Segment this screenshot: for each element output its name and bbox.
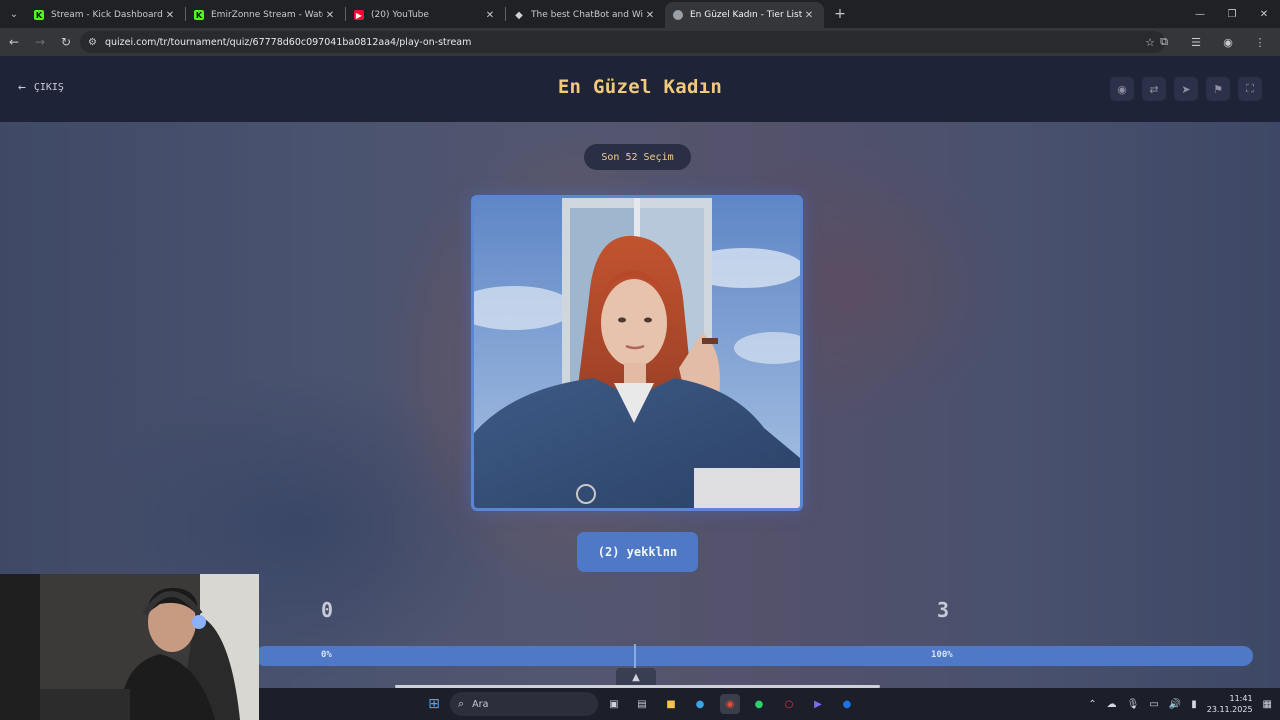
fullscreen-icon[interactable]: ⛶ [1238, 77, 1262, 101]
profile-icon[interactable]: ◉ [1212, 30, 1244, 54]
browser-tab[interactable]: K EmirZonne Stream - Watch Live ✕ [186, 2, 345, 28]
opera-icon[interactable]: ○ [779, 694, 799, 714]
kick-icon: K [194, 10, 204, 20]
progress-left-label: 0% [321, 650, 332, 660]
chrome-icon[interactable]: ◉ [720, 694, 740, 714]
forward-icon[interactable]: → [28, 30, 52, 54]
tab-title: Stream - Kick Dashboard [51, 10, 163, 20]
close-tab-icon[interactable]: ✕ [483, 10, 497, 21]
network-icon[interactable]: ▭ [1149, 699, 1158, 710]
task-view-icon[interactable]: ▣ [604, 694, 624, 714]
progress-right-label: 100% [931, 650, 953, 660]
page-title: En Güzel Kadın [557, 76, 723, 98]
back-icon[interactable]: ← [2, 30, 26, 54]
close-tab-icon[interactable]: ✕ [163, 10, 177, 21]
battery-icon[interactable]: ▮ [1191, 699, 1197, 710]
close-tab-icon[interactable]: ✕ [323, 10, 337, 21]
toolbar-actions: ⧉ ☰ ◉ ⋮ [1148, 30, 1276, 54]
windows-start-icon[interactable]: ⊞ [424, 694, 444, 714]
browser-tab[interactable]: K Stream - Kick Dashboard ✕ [26, 2, 185, 28]
streamer-webcam [0, 574, 259, 720]
url-text[interactable]: quizei.com/tr/tournament/quiz/67778d60c0… [105, 37, 471, 48]
media-player-icon[interactable]: ▶ [808, 694, 828, 714]
flag-icon[interactable]: ⚑ [1206, 77, 1230, 101]
score-right: 3 [937, 598, 950, 622]
globe-icon [673, 10, 683, 20]
microphone-icon[interactable]: 🎙 [1127, 699, 1140, 710]
notification-icon[interactable]: ▦ [1263, 699, 1272, 710]
menu-icon[interactable]: ⋮ [1244, 30, 1276, 54]
window-controls: — ❐ ✕ [1184, 0, 1280, 28]
close-window-icon[interactable]: ✕ [1248, 0, 1280, 28]
webcam-feed [0, 574, 259, 720]
score-left: 0 [321, 598, 334, 622]
eye-icon[interactable]: ◉ [1110, 77, 1134, 101]
site-info-icon[interactable]: ⚙ [88, 37, 97, 48]
search-icon: ⌕ [458, 697, 465, 710]
widgets-icon[interactable]: ▤ [632, 694, 652, 714]
choose-button[interactable]: (2) yekklnn [577, 532, 698, 572]
browser-tab-active[interactable]: En Güzel Kadın - Tier List, Kör S ✕ [665, 2, 824, 28]
tab-title: EmirZonne Stream - Watch Live [211, 10, 323, 20]
tab-title: The best ChatBot and Widgets [531, 10, 643, 20]
diamond-icon: ◆ [515, 9, 523, 21]
taskbar-clock[interactable]: 11:41 23.11.2025 [1207, 693, 1253, 715]
tab-search-icon[interactable]: ⌄ [2, 2, 26, 26]
browser-tab[interactable]: ◆ The best ChatBot and Widgets ✕ [506, 2, 665, 28]
tab-title: (20) YouTube [371, 10, 429, 20]
kick-icon: K [34, 10, 44, 20]
facebook-icon[interactable]: ● [837, 694, 857, 714]
progress-split-marker [634, 644, 637, 668]
clock-date: 23.11.2025 [1206, 705, 1253, 714]
new-tab-button[interactable]: + [828, 6, 852, 22]
file-explorer-icon[interactable]: ■ [661, 694, 681, 714]
tab-title: En Güzel Kadın - Tier List, Kör S [690, 10, 802, 20]
whatsapp-icon[interactable]: ● [749, 694, 769, 714]
browser-tab-strip: ⌄ K Stream - Kick Dashboard ✕ K EmirZonn… [0, 0, 1280, 28]
close-tab-icon[interactable]: ✕ [802, 10, 816, 21]
contestant-photo-card[interactable] [471, 195, 803, 511]
share-icon[interactable]: ⇄ [1142, 77, 1166, 101]
header-actions: ◉ ⇄ ➤ ⚑ ⛶ [1110, 77, 1262, 101]
vote-progress-bar: 0% 100% [255, 644, 1253, 668]
clock-time: 11:41 [1229, 694, 1253, 703]
address-bar[interactable]: ⚙ quizei.com/tr/tournament/quiz/67778d60… [80, 31, 1165, 53]
restore-icon[interactable]: ❐ [1216, 0, 1248, 28]
round-badge: Son 52 Seçim [584, 144, 691, 170]
media-controls-icon[interactable]: ☰ [1180, 30, 1212, 54]
extensions-icon[interactable]: ⧉ [1148, 30, 1180, 54]
chevron-up-icon[interactable]: ▲ [616, 668, 656, 686]
close-tab-icon[interactable]: ✕ [643, 10, 657, 21]
browser-tab[interactable]: ▶ (20) YouTube ✕ [346, 2, 505, 28]
search-placeholder: Ara [472, 698, 489, 710]
youtube-icon: ▶ [354, 10, 364, 20]
volume-icon[interactable]: 🔊 [1169, 699, 1181, 710]
cloud-icon[interactable]: ☁ [1107, 699, 1117, 710]
taskbar-search[interactable]: ⌕ Ara [450, 692, 598, 716]
send-icon[interactable]: ➤ [1174, 77, 1198, 101]
chevron-up-icon[interactable]: ⌃ [1088, 699, 1096, 710]
browser-toolbar: ← → ↻ ⚙ quizei.com/tr/tournament/quiz/67… [0, 28, 1280, 56]
contestant-photo [474, 198, 800, 508]
quiz-header: ← ÇIKIŞ En Güzel Kadın ◉ ⇄ ➤ ⚑ ⛶ [0, 56, 1280, 122]
edge-icon[interactable]: ● [690, 694, 710, 714]
minimize-icon[interactable]: — [1184, 0, 1216, 28]
reload-icon[interactable]: ↻ [54, 30, 78, 54]
system-tray: ⌃ ☁ 🎙 ▭ 🔊 ▮ 11:41 23.11.2025 ▦ [1088, 688, 1272, 720]
